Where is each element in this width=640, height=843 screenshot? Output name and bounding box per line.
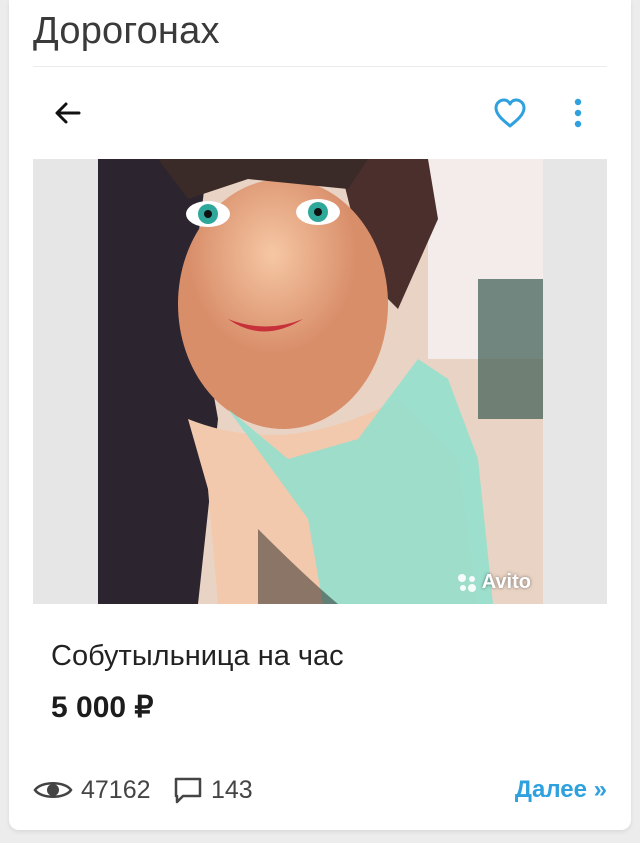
title-divider — [33, 66, 607, 67]
favorite-button[interactable] — [485, 88, 535, 138]
more-options-button[interactable] — [553, 88, 603, 138]
read-more-link[interactable]: Далее » — [515, 770, 607, 810]
watermark-text: Avito — [481, 571, 531, 593]
back-button[interactable] — [43, 88, 93, 138]
views-count: 47162 — [81, 775, 151, 804]
comments-count: 143 — [211, 775, 253, 804]
comments-counter[interactable]: 143 — [173, 770, 253, 810]
listing-title: Собутыльница на час — [51, 640, 344, 672]
views-counter: 47162 — [33, 770, 151, 810]
photo-watermark: Avito — [456, 571, 531, 594]
photo-illustration — [98, 159, 543, 604]
more-vertical-icon — [574, 98, 582, 128]
page-title: Дорогонах — [33, 10, 220, 52]
comment-icon — [174, 777, 202, 804]
heart-outline-icon — [494, 98, 526, 128]
listing-price: 5 000 ₽ — [51, 691, 154, 724]
listing-toolbar — [33, 88, 607, 138]
avito-logo-icon — [457, 573, 476, 592]
listing-photo: Avito — [98, 159, 543, 604]
post-card: Дорогонах Avito Собутыльница на час 5 00… — [9, 0, 631, 830]
eye-icon — [33, 782, 73, 798]
post-footer: 47162 143 Далее » — [33, 770, 607, 810]
photo-gallery[interactable]: Avito — [33, 159, 607, 604]
arrow-left-icon — [55, 102, 81, 124]
